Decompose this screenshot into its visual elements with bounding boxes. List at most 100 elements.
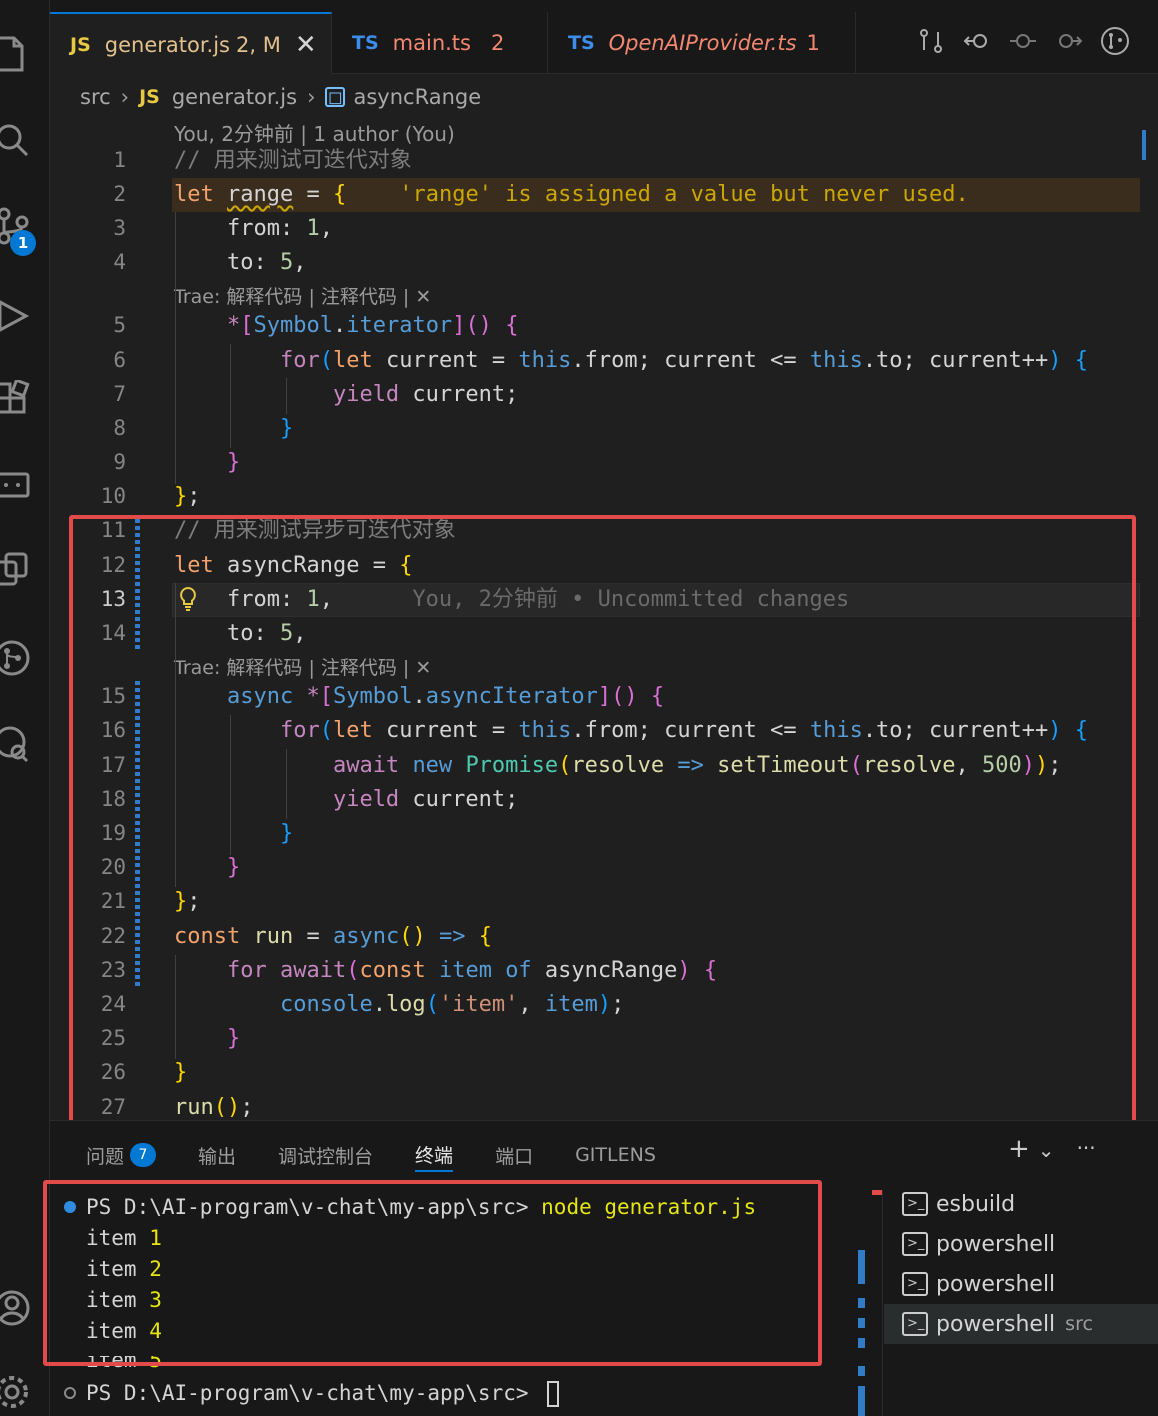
modified-line-marker <box>135 519 140 649</box>
line-number: 12 <box>100 553 126 577</box>
line-number: 9 <box>113 450 126 474</box>
tab-label: 输出 <box>198 1145 237 1168</box>
code-line-7[interactable]: yield current; <box>174 378 518 412</box>
explorer-icon[interactable] <box>0 34 32 74</box>
tab-output[interactable]: 输出 <box>198 1138 236 1172</box>
previous-change-icon[interactable] <box>962 26 992 56</box>
add-terminal-icon[interactable]: + <box>1008 1134 1030 1164</box>
line-number: 20 <box>100 855 126 879</box>
terminal-list-item[interactable]: >_ esbuild <box>884 1184 1158 1224</box>
tab-main-ts[interactable]: TS main.ts 2 <box>332 12 548 74</box>
code-line-4[interactable]: to: 5, <box>174 246 307 280</box>
line-number: 14 <box>100 621 126 645</box>
terminal-list: >_ esbuild >_ powershell >_ powershell >_ po… <box>884 1184 1158 1344</box>
code-line-12[interactable]: let asyncRange = { <box>174 549 412 583</box>
lightbulb-icon[interactable] <box>178 586 198 612</box>
activity-bar: 1 <box>0 0 50 1416</box>
code-line-2[interactable]: let range = { 'range' is assigned a valu… <box>174 178 969 212</box>
code-line-15[interactable]: async *[Symbol.asyncIterator]() { <box>174 680 664 714</box>
code-line-3[interactable]: from: 1, <box>174 212 333 246</box>
terminal-line: PS D:\AI-program\v-chat\my-app\src> <box>86 1378 560 1409</box>
line-number: 6 <box>113 348 126 372</box>
tab-label: generator.js <box>104 32 230 57</box>
code-line-17[interactable]: await new Promise(resolve => setTimeout(… <box>174 749 1062 783</box>
commit-icon[interactable] <box>1008 26 1038 56</box>
tab-label: main.ts <box>392 31 471 55</box>
typescript-file-icon: TS <box>568 32 595 54</box>
breadcrumb-file[interactable]: generator.js <box>172 85 297 109</box>
terminal-name: powershell <box>936 1311 1056 1337</box>
tab-generator-js[interactable]: JS generator.js 2, M ✕ <box>50 12 332 75</box>
terminal-list-item-selected[interactable]: >_ powershell src <box>884 1304 1158 1344</box>
trae-codelens[interactable]: Trae: 解释代码 | 注释代码 | ✕ <box>174 653 431 680</box>
tab-terminal[interactable]: 终端 <box>415 1138 454 1172</box>
editor-tab-bar: JS generator.js 2, M ✕ TS main.ts 2 TS O… <box>50 0 1158 75</box>
code-line-21[interactable]: }; <box>174 885 201 919</box>
next-change-icon[interactable] <box>1054 26 1084 56</box>
panel-tab-bar: 问题 7 输出 调试控制台 终端 端口 GITLENS <box>86 1138 698 1172</box>
code-line-1[interactable]: // 用来测试可迭代对象 <box>174 144 412 178</box>
terminal-line: item 3 <box>86 1288 162 1312</box>
compare-changes-icon[interactable] <box>916 26 946 56</box>
code-line-22[interactable]: const run = async() => { <box>174 920 492 954</box>
remote-explorer-icon[interactable] <box>0 466 32 506</box>
trae-codelens[interactable]: Trae: 解释代码 | 注释代码 | ✕ <box>174 282 431 309</box>
code-line-23[interactable]: for await(const item of asyncRange) { <box>174 954 717 988</box>
tab-gitlens[interactable]: GITLENS <box>575 1138 656 1172</box>
code-line-24[interactable]: console.log('item', item); <box>174 988 624 1022</box>
code-line-10[interactable]: }; <box>174 480 201 514</box>
javascript-file-icon: JS <box>139 86 160 108</box>
code-line-26[interactable]: } <box>174 1056 187 1090</box>
code-line-8[interactable]: } <box>174 412 293 446</box>
tab-problems[interactable]: 问题 7 <box>86 1138 157 1172</box>
terminal-list-item[interactable]: >_ powershell <box>884 1224 1158 1264</box>
code-line-18[interactable]: yield current; <box>174 783 518 817</box>
code-line-20[interactable]: } <box>174 851 240 885</box>
line-number: 22 <box>100 924 126 948</box>
git-inspect-icon[interactable] <box>0 724 32 764</box>
code-line-11[interactable]: // 用来测试异步可迭代对象 <box>174 514 456 548</box>
code-line-16[interactable]: for(let current = this.from; current <= … <box>174 714 1088 748</box>
more-actions-icon[interactable]: ··· <box>1077 1136 1096 1164</box>
tab-label: 终端 <box>415 1144 454 1167</box>
editor-actions <box>916 26 1130 56</box>
panel-actions: + ⌄ ··· <box>1008 1134 1096 1164</box>
tab-openai-provider-ts[interactable]: TS OpenAIProvider.ts 1 <box>548 12 856 74</box>
account-icon[interactable] <box>0 1288 32 1328</box>
terminal-scrollbar[interactable] <box>858 1190 866 1416</box>
modified-line-marker <box>135 681 140 987</box>
code-line-14[interactable]: to: 5, <box>174 617 307 651</box>
code-line-13[interactable]: from: 1, You, 2分钟前 • Uncommitted changes <box>174 583 849 617</box>
extensions-icon[interactable] <box>0 378 32 420</box>
tab-status: 2, M <box>236 32 281 57</box>
code-line-25[interactable]: } <box>174 1022 240 1056</box>
code-line-19[interactable]: } <box>174 817 293 851</box>
tab-ports[interactable]: 端口 <box>495 1138 533 1172</box>
code-line-5[interactable]: *[Symbol.iterator]() { <box>174 309 518 343</box>
breadcrumb-symbol[interactable]: asyncRange <box>353 85 481 109</box>
line-number: 3 <box>113 216 126 240</box>
terminal-list-divider <box>882 1190 883 1416</box>
terminal-line: item 2 <box>86 1257 162 1281</box>
breadcrumb-folder[interactable]: src <box>80 85 111 109</box>
git-graph-icon[interactable] <box>1100 26 1130 56</box>
terminal-command: node generator.js <box>541 1195 757 1219</box>
terminal-scroll-marker <box>872 1190 882 1195</box>
blame-codelens[interactable]: You, 2分钟前 | 1 author (You) <box>174 118 455 147</box>
tab-label: GITLENS <box>575 1144 656 1166</box>
settings-gear-icon[interactable] <box>0 1372 32 1412</box>
code-line-9[interactable]: } <box>174 446 240 480</box>
search-icon[interactable] <box>0 120 32 160</box>
tab-label: 调试控制台 <box>278 1145 374 1168</box>
chevron-down-icon[interactable]: ⌄ <box>1038 1138 1055 1164</box>
code-line-6[interactable]: for(let current = this.from; current <= … <box>174 344 1088 378</box>
close-icon[interactable]: ✕ <box>295 30 317 60</box>
gitlens-icon[interactable] <box>0 638 32 678</box>
tab-label: OpenAIProvider.ts <box>608 31 797 55</box>
run-debug-icon[interactable] <box>0 296 32 336</box>
copy-icon[interactable] <box>0 550 32 590</box>
tab-debug-console[interactable]: 调试控制台 <box>278 1138 373 1172</box>
line-number: 11 <box>100 518 126 542</box>
inline-blame: You, 2分钟前 • Uncommitted changes <box>412 587 850 612</box>
terminal-list-item[interactable]: >_ powershell <box>884 1264 1158 1304</box>
